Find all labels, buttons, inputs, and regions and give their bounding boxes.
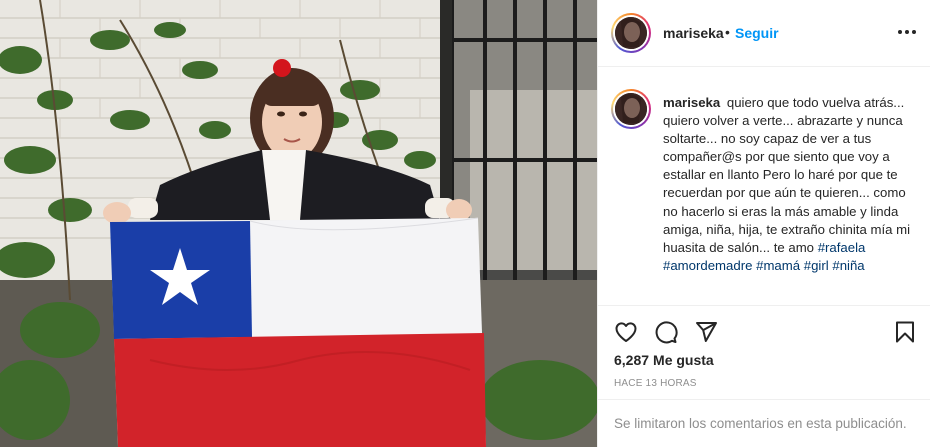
hashtag-link[interactable]: #niña: [832, 258, 864, 273]
post-timestamp[interactable]: HACE 13 HORAS: [614, 378, 697, 389]
more-options-icon[interactable]: [895, 22, 919, 42]
post-sidebar: mariseka • Seguir mariseka quiero que to…: [597, 0, 930, 447]
comments-disabled-notice: Se limitaron los comentarios en esta pub…: [598, 399, 930, 447]
hashtag-link[interactable]: #girl: [804, 258, 829, 273]
likes-label: Me gusta: [653, 352, 714, 368]
follow-button[interactable]: Seguir: [735, 25, 779, 41]
caption-text: quiero que todo vuelva atrás... quiero v…: [663, 95, 911, 255]
username-link[interactable]: mariseka: [663, 25, 724, 41]
post-actions: 6,287 Me gusta HACE 13 HORAS Se limitaron…: [598, 305, 930, 447]
caption-username[interactable]: mariseka: [663, 95, 720, 110]
avatar-photo: [615, 17, 647, 49]
comments-disabled-text: Se limitaron los comentarios en esta pub…: [614, 416, 907, 431]
share-icon[interactable]: [694, 320, 718, 344]
likes-number: 6,287: [614, 352, 650, 368]
bookmark-icon[interactable]: [893, 320, 917, 344]
hashtag-link[interactable]: #rafaela: [818, 240, 866, 255]
comment-icon[interactable]: [654, 320, 678, 344]
avatar-photo: [615, 93, 647, 125]
heart-icon[interactable]: [614, 320, 638, 344]
post-photo[interactable]: [0, 0, 597, 447]
hashtag-link[interactable]: #amordemadre: [663, 258, 752, 273]
caption-avatar[interactable]: [611, 89, 651, 129]
likes-count[interactable]: 6,287 Me gusta: [614, 352, 718, 368]
post-header: mariseka • Seguir: [598, 0, 930, 67]
chile-flag: [110, 217, 486, 447]
post-caption: mariseka quiero que todo vuelva atrás...…: [663, 94, 923, 275]
photo-illustration: [0, 0, 597, 447]
avatar[interactable]: [611, 13, 651, 53]
separator-dot: •: [725, 24, 730, 40]
hashtag-link[interactable]: #mamá: [756, 258, 800, 273]
